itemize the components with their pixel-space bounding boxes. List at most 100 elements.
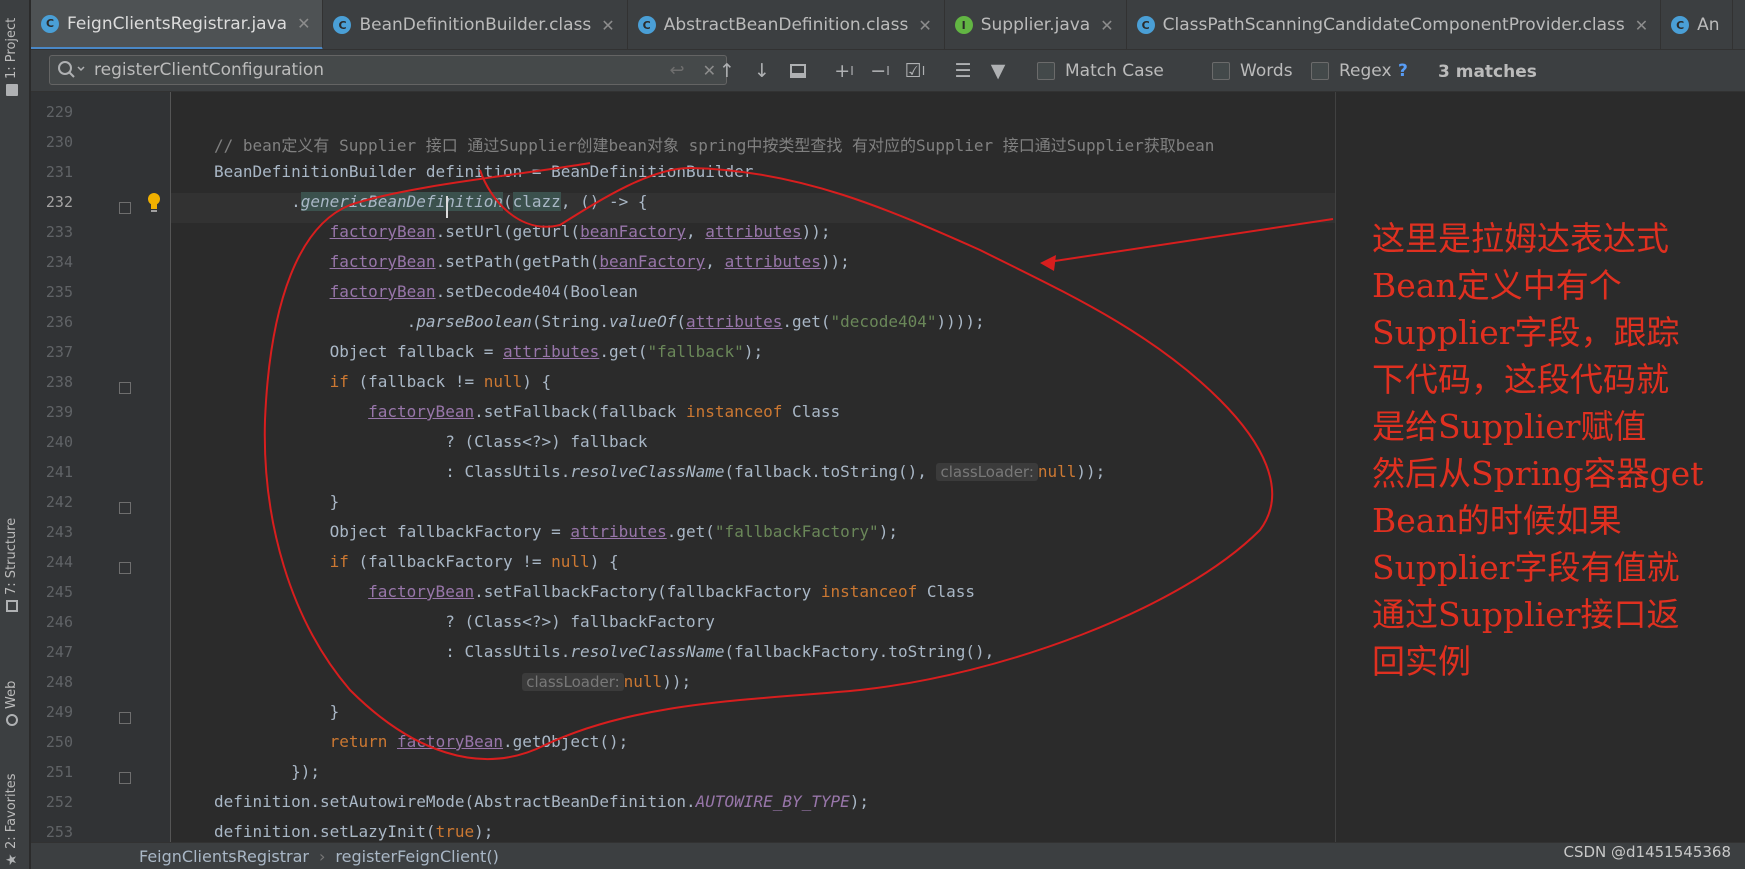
tab-label: An — [1697, 15, 1720, 35]
search-box[interactable]: ↩ ✕ — [49, 55, 727, 85]
annotation-line: 然后从Spring容器get — [1372, 454, 1704, 493]
code-line-233: factoryBean.setUrl(getUrl(beanFactory, a… — [329, 222, 831, 241]
line-number: 250 — [45, 733, 73, 751]
code-line-230: // bean定义有 Supplier 接口 通过Supplier创建bean对… — [214, 132, 1214, 156]
code-comment: // bean定义有 Supplier 接口 通过Supplier创建bean对… — [214, 136, 1215, 155]
line-number: 252 — [45, 793, 73, 811]
line-number: 242 — [45, 493, 73, 511]
favorites-tool-tab[interactable]: ★ 2: Favorites — [4, 773, 20, 866]
web-tool-tab[interactable]: Web — [4, 681, 19, 726]
tab-label: AbstractBeanDefinition.class — [663, 15, 909, 35]
code-line-244: if (fallbackFactory != null) { — [329, 552, 619, 571]
remove-occurrence-icon[interactable]: − I — [867, 59, 893, 83]
fold-marker[interactable] — [119, 382, 131, 394]
line-number: 244 — [45, 553, 73, 571]
editor-tab[interactable]: C AbstractBeanDefinition.class ✕ — [628, 0, 945, 49]
class-icon: C — [41, 14, 59, 33]
close-tab-icon[interactable]: ✕ — [297, 14, 310, 33]
editor-tab[interactable]: I Supplier.java ✕ — [945, 0, 1127, 49]
code-line-239: factoryBean.setFallback(fallback instanc… — [368, 402, 841, 421]
code-line-253: definition.setLazyInit(true); — [214, 822, 494, 841]
lightbulb-icon[interactable] — [146, 192, 162, 214]
right-margin-guide — [1335, 92, 1336, 842]
fold-marker[interactable] — [119, 502, 131, 514]
close-tab-icon[interactable]: ✕ — [918, 16, 931, 35]
class-icon: C — [1671, 16, 1690, 34]
code-line-236: .parseBoolean(String.valueOf(attributes.… — [214, 312, 985, 331]
project-tool-tab[interactable]: 1: Project — [4, 18, 19, 96]
class-icon: C — [1136, 16, 1155, 34]
parameter-hint: classLoader: — [522, 673, 624, 691]
annotation-line: 通过Supplier接口返 — [1372, 595, 1680, 634]
code-line-246: ? (Class<?>) fallbackFactory — [214, 612, 715, 631]
filter-icon[interactable]: ▼ — [985, 59, 1011, 83]
match-case-box[interactable] — [1037, 62, 1055, 80]
add-occurrence-icon[interactable]: + I — [831, 59, 857, 83]
code-line-241: : ClassUtils.resolveClassName(fallback.t… — [214, 462, 1106, 481]
fold-marker[interactable] — [119, 772, 131, 784]
editor-tab[interactable]: C BeanDefinitionBuilder.class ✕ — [323, 0, 628, 49]
match-case-checkbox[interactable]: Match Case — [1037, 61, 1164, 81]
globe-icon — [5, 714, 18, 726]
tab-label: Supplier.java — [980, 15, 1091, 35]
code-line-250: return factoryBean.getObject(); — [329, 732, 629, 751]
replace-history-icon[interactable]: ↩ — [670, 60, 685, 81]
editor-tab-bar: C FeignClientsRegistrar.java ✕ C BeanDefinit… — [31, 0, 1745, 50]
search-icon[interactable] — [56, 60, 86, 80]
regex-box[interactable] — [1311, 62, 1329, 80]
code-line-252: definition.setAutowireMode(AbstractBeanD… — [214, 792, 870, 811]
folder-icon — [5, 84, 18, 96]
favorites-tab-label: 2: Favorites — [4, 773, 19, 849]
words-label: Words — [1240, 61, 1293, 81]
line-number: 246 — [45, 613, 73, 631]
code-line-248: classLoader: null)); — [214, 672, 691, 691]
annotation-arrow-stroke — [1047, 218, 1334, 263]
select-occurrences-icon[interactable]: ☑ I — [902, 59, 928, 83]
line-number: 233 — [45, 223, 73, 241]
previous-occurrence-icon[interactable]: ↑ — [714, 59, 740, 83]
line-number: 237 — [45, 343, 73, 361]
regex-checkbox[interactable]: Regex — [1311, 61, 1392, 81]
structure-tool-tab[interactable]: 7: Structure — [4, 518, 19, 612]
breadcrumb-method[interactable]: registerFeignClient() — [335, 847, 498, 866]
fold-marker[interactable] — [119, 712, 131, 724]
tab-label: ClassPathScanningCandidateComponentProvi… — [1162, 15, 1625, 35]
line-number: 236 — [45, 313, 73, 331]
next-occurrence-icon[interactable]: ↓ — [749, 59, 775, 83]
annotation-text: 这里是拉姆达表达式 Bean定义中有个 Supplier字段，跟踪 下代码，这段代码就… — [1372, 215, 1732, 685]
structure-icon — [5, 600, 18, 612]
parameter-hint: classLoader: — [936, 463, 1038, 481]
tab-label: FeignClientsRegistrar.java — [67, 13, 288, 34]
line-number: 235 — [45, 283, 73, 301]
filter-lines-icon[interactable]: ☰ — [950, 59, 976, 83]
close-tab-icon[interactable]: ✕ — [1100, 16, 1113, 35]
regex-help-link[interactable]: ? — [1398, 61, 1408, 81]
editor-tab[interactable]: C FeignClientsRegistrar.java ✕ — [31, 0, 324, 49]
annotation-line: 这里是拉姆达表达式 — [1372, 219, 1669, 258]
close-tab-icon[interactable]: ✕ — [1635, 16, 1648, 35]
editor-tab[interactable]: C ClassPathScanningCandidateComponentProv… — [1127, 0, 1662, 49]
breadcrumb-separator: › — [318, 846, 326, 866]
close-tab-icon[interactable]: ✕ — [601, 16, 614, 35]
code-line-237: Object fallback = attributes.get("fallba… — [214, 342, 764, 361]
words-checkbox[interactable]: Words — [1212, 61, 1293, 81]
line-number: 251 — [45, 763, 73, 781]
line-number: 230 — [45, 133, 73, 151]
line-number: 241 — [45, 463, 73, 481]
fold-marker[interactable] — [119, 202, 131, 214]
line-number: 239 — [45, 403, 73, 421]
tool-window-strip: 1: Project 7: Structure Web ★ 2: Favorit… — [0, 0, 30, 869]
line-number: 229 — [45, 103, 73, 121]
line-number: 247 — [45, 643, 73, 661]
fold-marker[interactable] — [119, 562, 131, 574]
words-box[interactable] — [1212, 62, 1230, 80]
editor-tab[interactable]: C An — [1661, 0, 1733, 49]
search-input[interactable] — [86, 60, 670, 80]
interface-icon: I — [954, 16, 973, 34]
code-line-240: ? (Class<?>) fallback — [214, 432, 648, 451]
breadcrumb-class[interactable]: FeignClientsRegistrar — [139, 847, 309, 866]
project-tab-label: 1: Project — [4, 17, 19, 79]
find-bar: ↩ ✕ ↑ ↓ +I −I ☑I ☰ ▼ Match Case Words Re… — [31, 50, 1745, 92]
line-number: 240 — [45, 433, 73, 451]
select-all-occurrences-icon[interactable] — [785, 59, 811, 83]
